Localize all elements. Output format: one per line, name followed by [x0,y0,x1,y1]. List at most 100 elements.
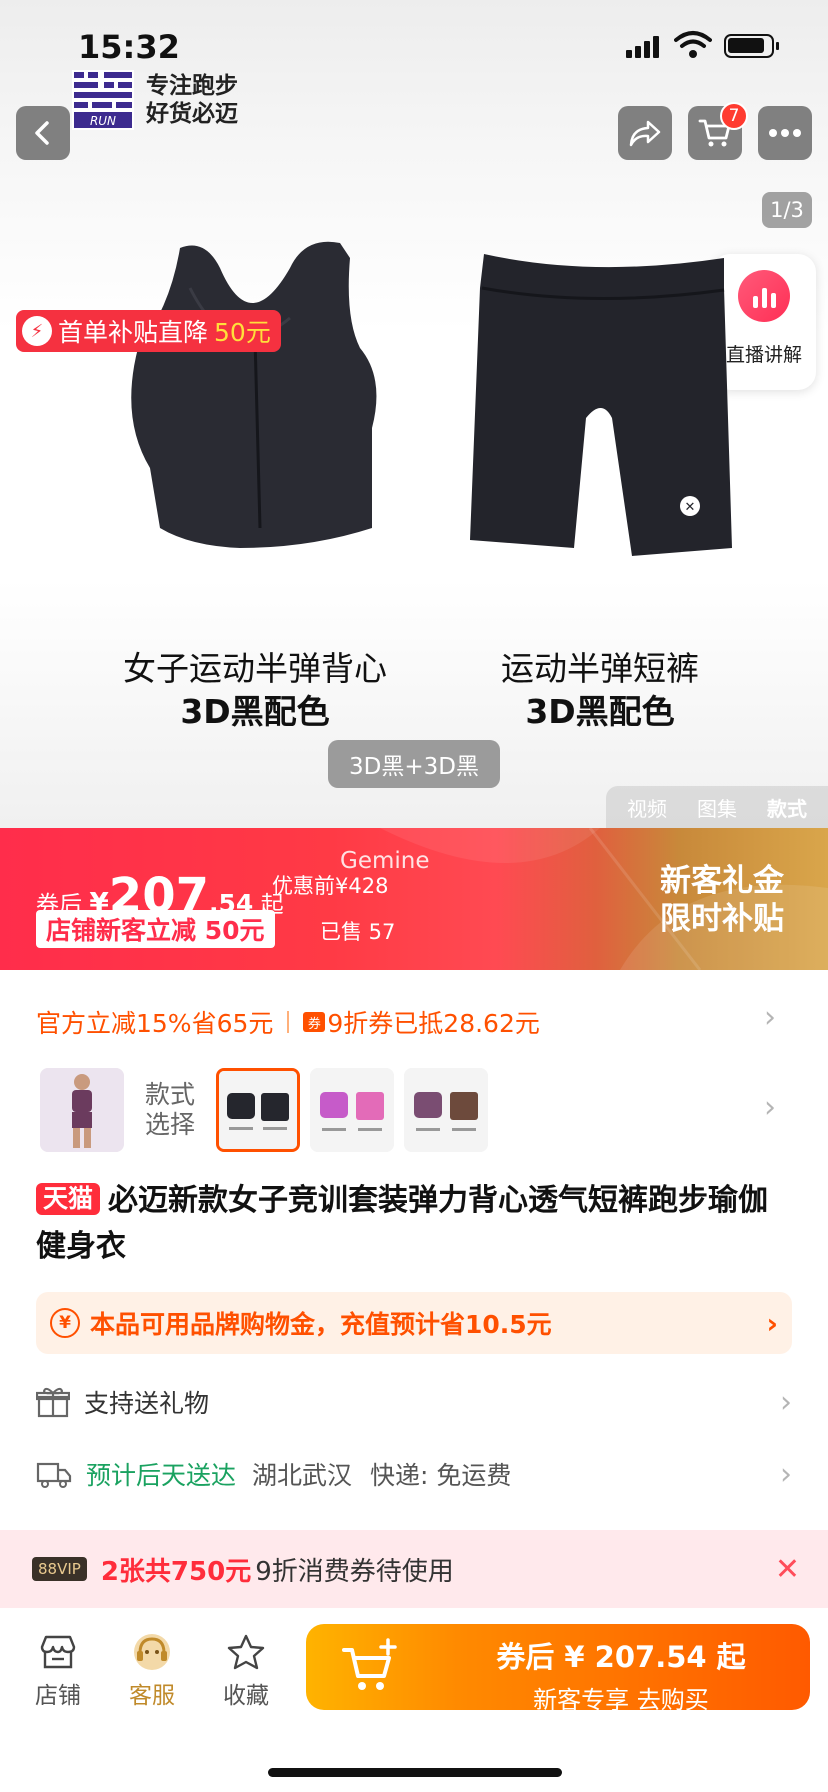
vip-rest-text: 9折消费券待使用 [255,1556,454,1587]
gift-chevron-icon: › [780,1384,792,1420]
tab-album[interactable]: 图集 [697,793,737,822]
brand-credit-banner[interactable]: ¥ 本品可用品牌购物金，充值预计省10.5元 › [36,1292,792,1354]
service-button[interactable]: 客服 [112,1628,192,1710]
coupon-icon: 券 [303,1012,326,1032]
style-thumb-model[interactable] [40,1068,124,1152]
shipping-eta: 预计后天送达 [86,1461,237,1490]
model-photo-icon [40,1068,124,1152]
store-label: 店铺 [35,1683,81,1709]
offers-row[interactable]: 官方立减15%省65元 券 9折券已抵28.62元 [36,1004,540,1040]
wifi-icon [674,31,712,58]
tab-video[interactable]: 视频 [627,793,667,822]
divider [287,1011,290,1033]
item2-color: 3D黑配色 [525,692,675,731]
gift-row[interactable]: 支持送礼物 › [36,1382,792,1422]
product-gallery[interactable]: 15:32 RUN 专注跑步 好货必迈 7 1/3 直播讲解 ✕ ⚡ 首单补贴直… [0,0,828,828]
tank-top-image [131,241,377,548]
brand-credit-text: 本品可用品牌购物金，充值预计省10.5元 [90,1310,552,1339]
buy-text: 券后 ¥ 207.54 起 新客专享 去购买 [456,1634,786,1715]
style-thumb-black[interactable] [216,1068,300,1152]
brand-logo-icon: RUN [72,70,134,130]
brand-credit-chevron-icon: › [766,1306,778,1340]
shipping-courier: 快递: 免运费 [370,1461,512,1490]
live-icon [738,270,790,322]
lightning-icon: ⚡ [22,316,52,346]
item2-name: 运动半弹短裤 [501,649,699,688]
yen-coin-icon: ¥ [50,1308,80,1338]
buy-price-line: 券后 ¥ 207.54 起 [496,1640,746,1674]
star-icon [227,1634,265,1670]
store-icon [40,1635,76,1669]
original-price: 优惠前¥428 [272,874,389,898]
tab-style[interactable]: 款式 [767,793,807,822]
style-selector: 款式 选择 [40,1066,488,1154]
vip-highlight: 2张共750元 [100,1556,252,1587]
buy-button[interactable]: 券后 ¥ 207.54 起 新客专享 去购买 [306,1624,810,1714]
chevron-left-icon [35,121,49,145]
shorts-image: ✕ [470,254,732,556]
service-label: 客服 [129,1683,175,1709]
promo-amount: 50元 [214,318,271,347]
tmall-badge: 天猫 [36,1183,101,1215]
customer-service-icon [134,1634,170,1670]
brand-slogan: 专注跑步 好货必迈 [146,72,238,128]
discount-coupon: 9折券已抵28.62元 [327,1009,540,1038]
buy-cta-line: 新客专享 去购买 [533,1686,709,1714]
item2-caption: 运动半弹短裤 3D黑配色 [440,648,760,734]
official-discount: 官方立减15%省65元 [36,1009,274,1038]
more-dots-icon [769,129,801,137]
media-tabs: 视频 图集 款式 [606,786,828,828]
slogan-line-2: 好货必迈 [146,101,238,127]
product-title: 天猫 必迈新款女子竞训套装弹力背心透气短裤跑步瑜伽健身衣 [36,1178,796,1270]
truck-icon [36,1462,72,1488]
black-set-icon [219,1071,297,1149]
shipping-origin: 湖北武汉 [252,1461,353,1490]
style-thumb-purple[interactable] [404,1068,488,1152]
back-button[interactable] [16,106,70,160]
style-select-label: 款式 选择 [144,1080,195,1139]
slogan-line-1: 专注跑步 [146,73,238,99]
vip-tag: 88VIP [32,1557,87,1581]
vip-coupon-bar[interactable]: 88VIP 2张共750元 9折消费券待使用 ✕ [0,1530,828,1608]
price-banner: Gemine 券后 ¥207.54 起 优惠前¥428 店铺新客立减 50元 已… [0,828,828,970]
status-time: 15:32 [78,28,180,66]
home-indicator[interactable] [268,1768,562,1777]
promo-text: 首单补贴直降 [58,318,209,347]
cart-button[interactable]: 7 [688,102,748,160]
more-button[interactable] [758,106,812,160]
battery-icon [724,34,779,58]
close-icon[interactable]: ✕ [775,1552,800,1587]
gift-line-1: 新客礼金 [660,863,784,899]
offers-chevron-icon[interactable]: › [764,1000,776,1035]
new-customer-gift: 新客礼金 限时补贴 [660,862,784,938]
favorite-button[interactable]: 收藏 [206,1628,286,1710]
svg-text:✕: ✕ [685,500,696,515]
share-button[interactable] [618,106,672,160]
cart-count-badge: 7 [720,102,748,130]
brand-logo-text: RUN [90,114,116,128]
shipping-row[interactable]: 预计后天送达 湖北武汉 快递: 免运费 › [36,1454,792,1494]
gallery-page-indicator: 1/3 [762,192,812,228]
selected-variant-pill[interactable]: 3D黑+3D黑 [328,740,500,788]
item1-caption: 女子运动半弹背心 3D黑配色 [90,648,420,734]
gift-icon [36,1387,70,1418]
purple-set-icon [404,1068,488,1152]
gift-line-2: 限时补贴 [660,901,784,937]
favorite-label: 收藏 [223,1683,269,1709]
store-button[interactable]: 店铺 [18,1628,98,1710]
gift-text: 支持送礼物 [84,1389,210,1418]
product-title-text: 必迈新款女子竞训套装弹力背心透气短裤跑步瑜伽健身衣 [36,1183,769,1264]
shipping-chevron-icon: › [780,1456,792,1492]
share-icon [629,120,661,147]
item1-color: 3D黑配色 [180,692,330,731]
bottom-action-bar: 店铺 客服 收藏 券后 ¥ 207.54 起 新客专享 去购买 [0,1608,828,1792]
styles-chevron-icon[interactable]: › [764,1090,776,1125]
style-thumb-pink[interactable] [310,1068,394,1152]
new-customer-coupon: 店铺新客立减 50元 [36,910,275,948]
pink-set-icon [310,1068,394,1152]
add-to-cart-icon [342,1638,397,1690]
promo-subsidy-tag: ⚡ 首单补贴直降 50元 [16,310,281,352]
signal-icon [626,36,660,58]
item1-name: 女子运动半弹背心 [123,649,387,688]
sold-count: 已售 57 [320,920,396,944]
